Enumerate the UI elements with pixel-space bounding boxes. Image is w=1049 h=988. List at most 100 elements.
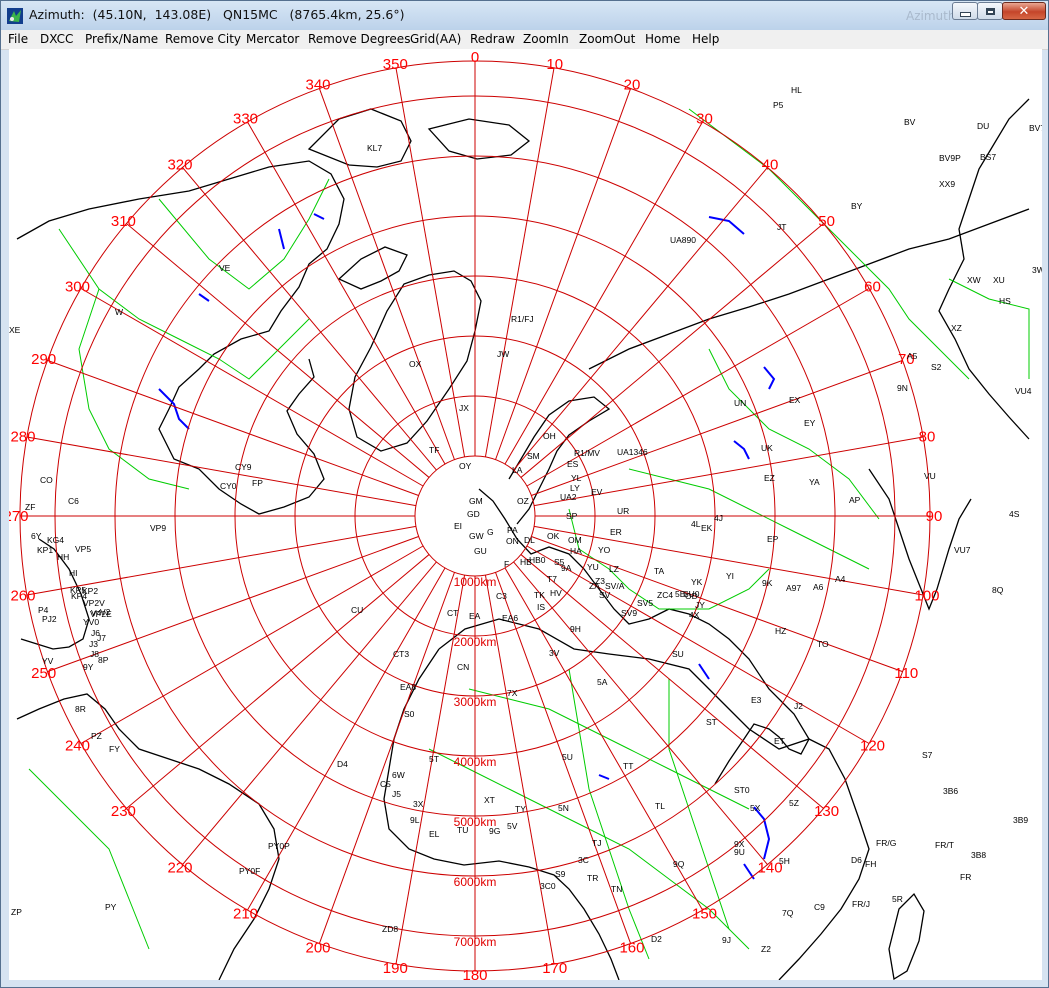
bearing-label: 130 bbox=[814, 803, 839, 820]
prefix-label: SM bbox=[527, 451, 540, 461]
prefix-label: ES bbox=[567, 459, 579, 469]
prefix-label: 8R bbox=[75, 704, 86, 714]
menu-dxcc[interactable]: DXCC bbox=[40, 32, 73, 46]
menu-mercator[interactable]: Mercator bbox=[246, 32, 299, 46]
azimuthal-map[interactable]: 0 10 20 30 40 50 60 70 80 90 100 110 120 130 140 150 160… bbox=[9, 49, 1042, 980]
prefix-label: ON bbox=[506, 536, 519, 546]
prefix-label: IS bbox=[537, 602, 545, 612]
lake bbox=[158, 388, 190, 430]
bearing-line bbox=[484, 67, 555, 457]
europe-coast bbox=[478, 488, 810, 785]
prefix-label: CT bbox=[447, 608, 458, 618]
bearing-label: 240 bbox=[65, 738, 90, 755]
prefix-label: UK bbox=[761, 443, 773, 453]
menu-bar: File DXCC Prefix/Name Remove City Mercat… bbox=[1, 30, 1048, 50]
menu-grid[interactable]: Grid(AA) bbox=[410, 32, 461, 46]
menu-home[interactable]: Home bbox=[645, 32, 680, 46]
bearing-label: 320 bbox=[167, 156, 192, 173]
prefix-label: VU4 bbox=[1015, 386, 1032, 396]
prefix-label: EZ bbox=[764, 473, 775, 483]
prefix-label: GW bbox=[469, 531, 484, 541]
prefix-label: 3C bbox=[578, 855, 589, 865]
prefix-label: DU bbox=[977, 121, 989, 131]
menu-redraw[interactable]: Redraw bbox=[470, 32, 515, 46]
border-segment bbox=[568, 668, 650, 960]
prefix-label: 3B6 bbox=[943, 786, 958, 796]
menu-zoom-out[interactable]: ZoomOut bbox=[579, 32, 635, 46]
prefix-label: EA8 bbox=[400, 682, 416, 692]
prefix-label: TT bbox=[623, 761, 633, 771]
bearing-label: 180 bbox=[462, 967, 487, 980]
bearing-label: 200 bbox=[305, 939, 330, 956]
prefix-label: C9 bbox=[814, 902, 825, 912]
prefix-label: 4X bbox=[689, 610, 700, 620]
prefix-label: FR bbox=[960, 872, 971, 882]
prefix-label: HS bbox=[999, 296, 1011, 306]
prefix-label: T7 bbox=[547, 574, 557, 584]
bearing-label: 50 bbox=[818, 213, 835, 230]
prefix-label: PJ2 bbox=[42, 614, 57, 624]
bearing-line bbox=[47, 359, 419, 496]
prefix-label: V2 bbox=[100, 607, 111, 617]
prefix-label: JW bbox=[497, 349, 509, 359]
menu-zoom-in[interactable]: ZoomIn bbox=[523, 32, 569, 46]
prefix-label: W bbox=[115, 307, 123, 317]
prefix-label: TJ bbox=[592, 838, 601, 848]
prefix-label: LZ bbox=[609, 564, 619, 574]
prefix-label: 7X bbox=[507, 688, 518, 698]
prefix-label: BV7 bbox=[1029, 123, 1042, 133]
prefix-label: HI bbox=[69, 568, 78, 578]
title-bar[interactable]: Azimuth: (45.10N, 143.08E) QN15MC (8765.… bbox=[1, 1, 1048, 30]
prefix-label: 5Z bbox=[789, 798, 799, 808]
prefix-label: TF bbox=[429, 445, 439, 455]
border-segment bbox=[28, 768, 150, 950]
bearing-line bbox=[247, 121, 446, 465]
border-segment bbox=[708, 348, 880, 520]
prefix-label: TU bbox=[457, 825, 468, 835]
prefix-label: HB bbox=[520, 557, 532, 567]
lake bbox=[598, 774, 610, 780]
bearing-line bbox=[80, 288, 424, 487]
prefix-label: AP bbox=[849, 495, 861, 505]
prefix-label: J2 bbox=[794, 701, 803, 711]
prefix-label: UR bbox=[617, 506, 629, 516]
menu-file[interactable]: File bbox=[8, 32, 28, 46]
menu-remove-city[interactable]: Remove City bbox=[165, 32, 241, 46]
prefix-label: S2 bbox=[931, 362, 942, 372]
prefix-label: C5 bbox=[380, 779, 391, 789]
prefix-label: OY bbox=[459, 461, 472, 471]
prefix-label: 9U bbox=[734, 847, 745, 857]
prefix-label: S0 bbox=[404, 709, 415, 719]
prefix-label: E3 bbox=[751, 695, 762, 705]
close-button[interactable]: ✕ bbox=[1002, 2, 1046, 20]
bearing-label: 100 bbox=[915, 588, 940, 605]
lake bbox=[198, 293, 210, 302]
prefix-label: XX9 bbox=[939, 179, 955, 189]
bearing-label: 280 bbox=[10, 428, 35, 445]
prefix-label: OK bbox=[547, 531, 560, 541]
prefix-label: OM bbox=[568, 535, 582, 545]
menu-remove-degrees[interactable]: Remove Degrees bbox=[308, 32, 410, 46]
prefix-label: 9N bbox=[897, 383, 908, 393]
minimize-button[interactable] bbox=[952, 2, 978, 20]
map-canvas[interactable]: 0 102030405060708090100110120130140150160… bbox=[9, 49, 1042, 980]
prefix-label: A4 bbox=[835, 574, 846, 584]
bearing-label: 190 bbox=[383, 960, 408, 977]
south-america-coast bbox=[16, 693, 280, 980]
bearing-label: 330 bbox=[233, 110, 258, 127]
menu-prefix-name[interactable]: Prefix/Name bbox=[85, 32, 158, 46]
prefix-label: G bbox=[487, 527, 494, 537]
prefix-label: FH bbox=[865, 859, 876, 869]
prefix-label: EA bbox=[469, 611, 481, 621]
app-icon bbox=[7, 8, 23, 24]
prefix-label: KG4 bbox=[47, 535, 64, 545]
prefix-label: JT bbox=[777, 222, 786, 232]
prefix-label: C3 bbox=[496, 591, 507, 601]
prefix-label: FR/T bbox=[935, 840, 954, 850]
prefix-label: A6 bbox=[813, 582, 824, 592]
maximize-button[interactable] bbox=[977, 2, 1003, 20]
menu-help[interactable]: Help bbox=[692, 32, 719, 46]
bearing-line bbox=[484, 575, 555, 965]
prefix-label: TK bbox=[534, 590, 545, 600]
maximize-icon bbox=[985, 7, 995, 15]
